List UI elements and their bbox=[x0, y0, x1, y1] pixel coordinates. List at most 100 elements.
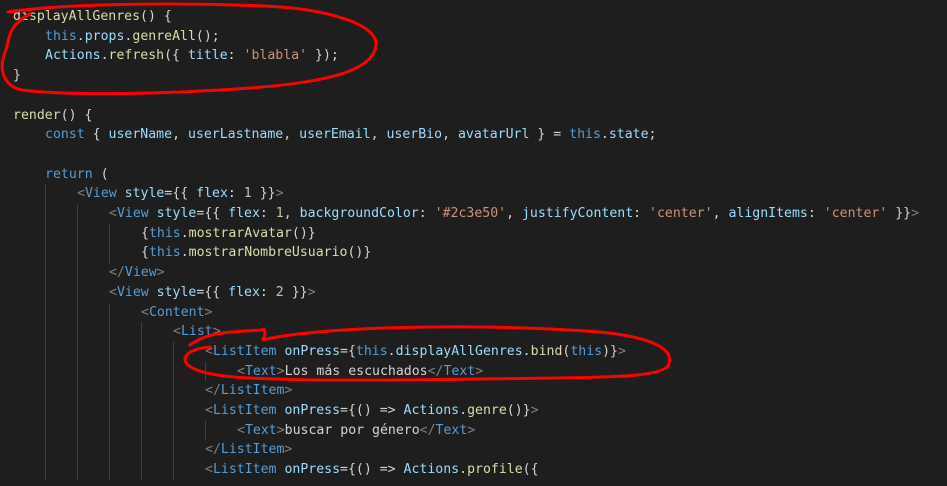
code-token: 'center' bbox=[649, 206, 713, 221]
code-token: : bbox=[418, 206, 435, 221]
code-token: : bbox=[259, 284, 276, 300]
indent-guide bbox=[77, 381, 78, 401]
code-token: </ bbox=[109, 265, 125, 281]
code-token: ( bbox=[92, 166, 109, 182]
code-token: . bbox=[76, 28, 85, 44]
indent-guide bbox=[77, 223, 78, 244]
code-token: this bbox=[569, 127, 601, 143]
code-token: < bbox=[109, 284, 117, 300]
code-line[interactable]: const { userName, userLastname, userEmai… bbox=[45, 125, 657, 145]
code-token: }); bbox=[307, 48, 339, 64]
code-line[interactable]: <ListItem onPress={this.displayAllGenres… bbox=[205, 342, 626, 362]
indent-guide bbox=[45, 204, 46, 224]
code-token: buscar por género bbox=[284, 422, 420, 438]
code-line[interactable]: <Content> bbox=[141, 303, 212, 323]
indent-guide bbox=[141, 361, 142, 382]
code-token: 'center' bbox=[823, 206, 888, 221]
code-token: View bbox=[84, 186, 117, 202]
code-line[interactable]: return ( bbox=[45, 165, 109, 185]
code-token: < bbox=[77, 186, 85, 202]
code-token: , bbox=[283, 206, 300, 221]
code-token: < bbox=[141, 304, 149, 320]
code-line[interactable]: <View style={{ flex: 1 }}> bbox=[77, 184, 284, 204]
indent-guide bbox=[173, 381, 174, 401]
code-line[interactable]: <List> bbox=[173, 322, 221, 342]
indent-guide bbox=[45, 302, 46, 323]
code-line[interactable]: {this.mostrarAvatar()} bbox=[141, 224, 316, 244]
indent-guide bbox=[77, 322, 78, 342]
code-line[interactable]: <View style={{ flex: 1, backgroundColor:… bbox=[109, 204, 919, 224]
code-token: . bbox=[180, 245, 189, 261]
code-token: , bbox=[506, 206, 522, 221]
indent-guide bbox=[141, 322, 142, 342]
code-token: Text bbox=[435, 422, 468, 438]
code-token: > bbox=[284, 383, 293, 399]
code-token: < bbox=[173, 324, 181, 340]
code-line[interactable]: Actions.refresh({ title: 'blabla' }); bbox=[45, 46, 339, 66]
code-line[interactable]: <Text>buscar por género</Text> bbox=[237, 421, 475, 441]
indent-guide bbox=[77, 460, 78, 480]
code-token: > bbox=[284, 442, 293, 458]
code-token: justifyContent bbox=[521, 206, 634, 221]
code-line[interactable]: </ListItem> bbox=[205, 440, 292, 460]
code-line[interactable]: </View> bbox=[109, 263, 165, 283]
code-token: displayAllGenres bbox=[395, 343, 523, 359]
code-token: 1 bbox=[275, 206, 284, 221]
code-line[interactable]: displayAllGenres() { bbox=[13, 7, 172, 27]
code-token: , bbox=[172, 127, 188, 143]
indent-guide bbox=[205, 361, 206, 382]
code-token: > bbox=[530, 403, 539, 418]
code-editor[interactable]: displayAllGenres() {this.props.genreAll(… bbox=[0, 0, 947, 486]
code-line[interactable]: <ListItem onPress={() => Actions.profile… bbox=[205, 460, 539, 480]
code-token: ()} bbox=[291, 225, 316, 241]
code-token: refresh bbox=[108, 48, 165, 64]
code-token: ={{ bbox=[196, 206, 229, 221]
indent-guide bbox=[45, 184, 46, 204]
code-token: Text bbox=[244, 422, 277, 438]
code-token: < bbox=[109, 206, 117, 221]
code-line[interactable]: <ListItem onPress={() => Actions.genre()… bbox=[205, 401, 539, 421]
code-token: userBio bbox=[386, 127, 443, 143]
code-token: style bbox=[156, 284, 197, 300]
indent-guide bbox=[109, 302, 110, 323]
code-token: . bbox=[522, 343, 531, 359]
indent-guide bbox=[77, 282, 78, 303]
indent-guide bbox=[205, 420, 206, 441]
indent-guide bbox=[109, 460, 110, 480]
code-token: mostrarNombreUsuario bbox=[188, 245, 348, 261]
code-token: Content bbox=[148, 304, 205, 320]
indent-guide bbox=[77, 204, 78, 224]
code-token: }} bbox=[251, 186, 276, 202]
code-line[interactable]: <Text>Los más escuchados</Text> bbox=[237, 362, 483, 382]
code-token: > bbox=[276, 363, 285, 379]
code-token: . bbox=[180, 225, 189, 241]
code-token: style bbox=[124, 186, 165, 202]
code-line[interactable]: {this.mostrarNombreUsuario()} bbox=[141, 243, 371, 263]
code-token: ListItem bbox=[212, 462, 277, 478]
indent-guide bbox=[45, 381, 46, 401]
code-token: : bbox=[633, 206, 650, 221]
indent-guide bbox=[77, 361, 78, 382]
code-line[interactable]: <View style={{ flex: 2 }}> bbox=[109, 283, 316, 303]
code-token: < bbox=[237, 363, 245, 379]
code-token: title bbox=[187, 48, 228, 64]
code-token: < bbox=[205, 462, 213, 478]
indent-guide bbox=[45, 440, 46, 461]
indent-guide bbox=[77, 341, 78, 362]
code-token: flex bbox=[228, 206, 260, 221]
code-line[interactable]: this.props.genreAll(); bbox=[45, 27, 220, 47]
code-token: this bbox=[148, 225, 181, 241]
code-token: ={{ bbox=[164, 186, 197, 202]
code-token: )} bbox=[602, 343, 618, 359]
code-line[interactable]: </ListItem> bbox=[205, 381, 292, 401]
code-token: View bbox=[116, 206, 149, 221]
code-token: Actions bbox=[45, 48, 101, 64]
code-line[interactable]: render() { bbox=[13, 106, 92, 126]
code-token: > bbox=[618, 343, 626, 359]
indent-guide bbox=[141, 420, 142, 441]
code-line[interactable]: } bbox=[13, 66, 21, 86]
code-token: </ bbox=[205, 442, 221, 458]
code-token: View bbox=[116, 284, 149, 300]
